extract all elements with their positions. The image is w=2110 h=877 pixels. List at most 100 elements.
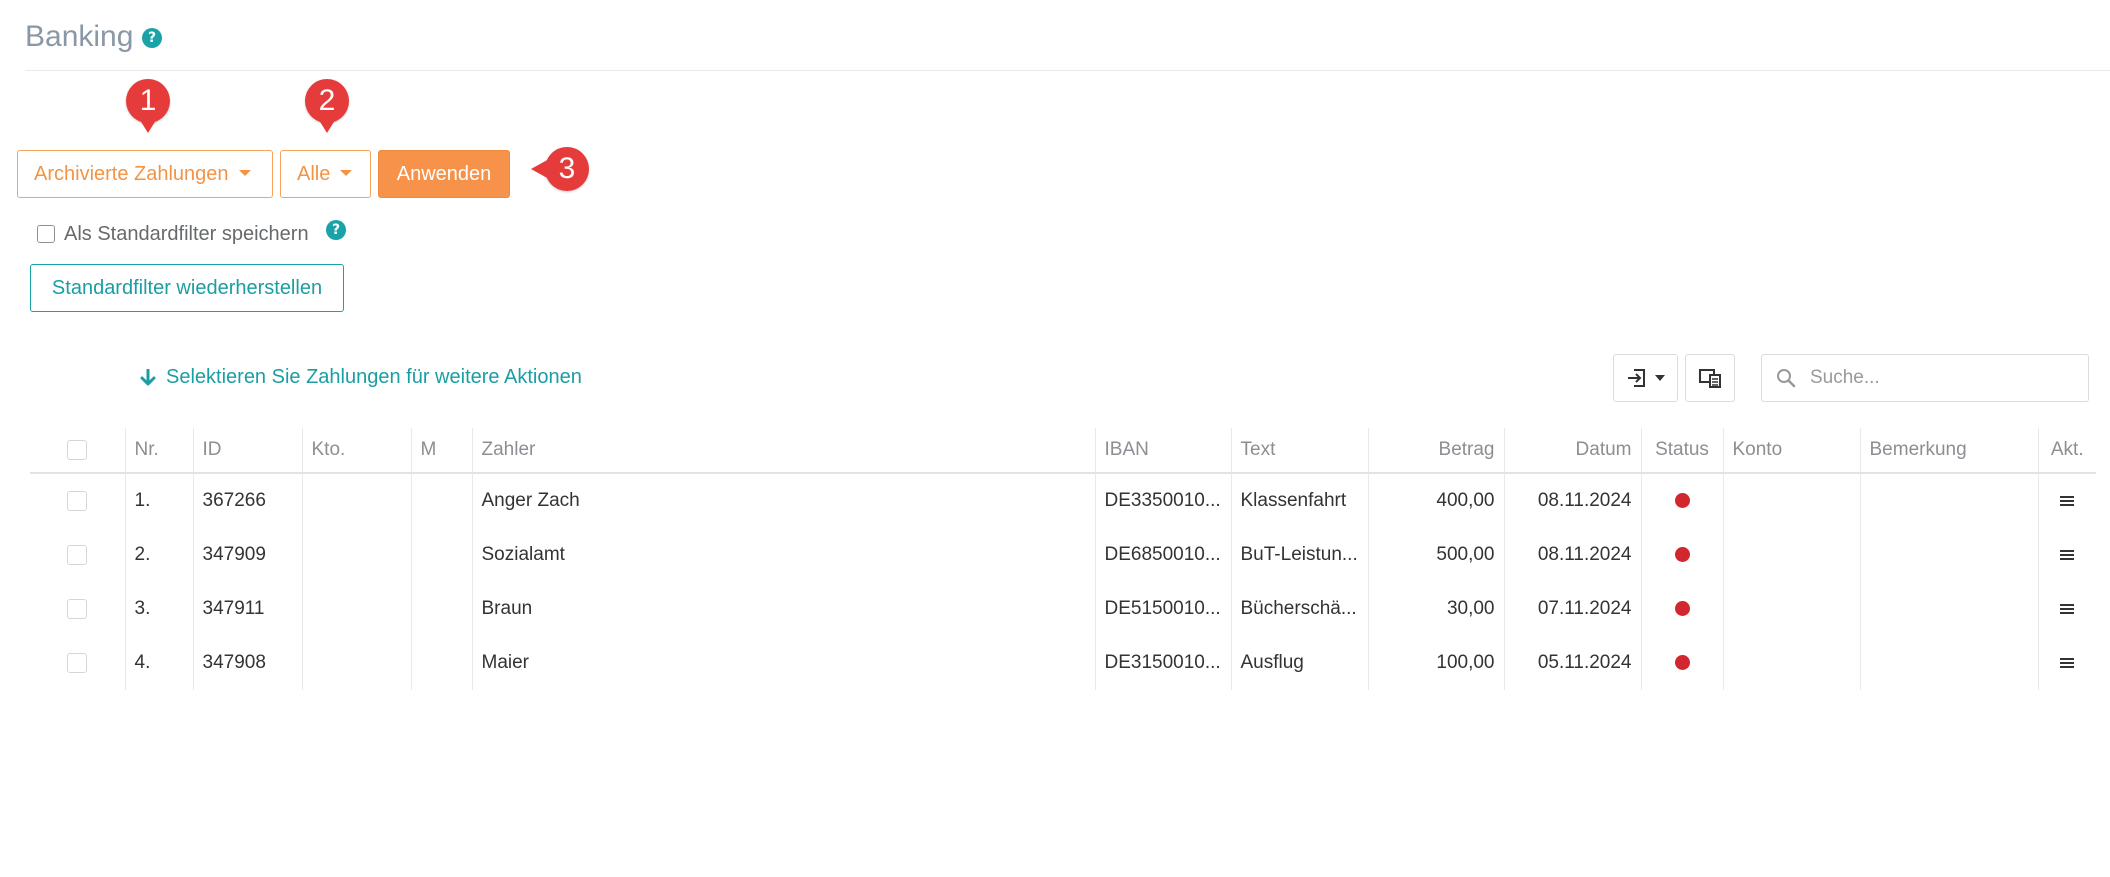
cell-nr: 2. [124, 528, 193, 582]
table-row[interactable]: 3. 347911 Braun DE5150010... Bücherschä.… [30, 582, 2096, 636]
row-checkbox[interactable] [67, 490, 88, 511]
cell-status [1640, 528, 1723, 582]
apply-button[interactable]: Anwenden [378, 150, 510, 198]
cell-iban: DE3150010... [1094, 636, 1231, 690]
selection-hint[interactable]: Selektieren Sie Zahlungen für weitere Ak… [140, 366, 582, 389]
select-all-checkbox[interactable] [67, 439, 88, 460]
column-header-datum[interactable]: Datum [1503, 428, 1641, 474]
cell-status [1640, 582, 1723, 636]
export-button[interactable] [1613, 354, 1678, 402]
cell-bemerkung [1859, 473, 2038, 528]
cell-kto [301, 473, 411, 528]
cell-betrag: 400,00 [1367, 473, 1504, 528]
cell-status [1640, 473, 1723, 528]
column-header-iban[interactable]: IBAN [1094, 428, 1231, 474]
cell-text: Bücherschä... [1230, 582, 1368, 636]
cell-konto [1722, 636, 1860, 690]
column-header-kto[interactable]: Kto. [301, 428, 411, 474]
caret-down-icon [340, 169, 353, 176]
annotation-marker-3: 3 [531, 147, 589, 191]
table-row[interactable]: 1. 367266 Anger Zach DE3350010... Klasse… [30, 473, 2096, 528]
cell-konto [1722, 528, 1860, 582]
column-header-zahler[interactable]: Zahler [471, 428, 1095, 474]
menu-icon[interactable] [2060, 656, 2075, 670]
cell-datum: 07.11.2024 [1503, 582, 1641, 636]
status-dot-icon [1674, 601, 1690, 617]
status-dot-icon [1674, 493, 1690, 509]
selection-hint-label: Selektieren Sie Zahlungen für weitere Ak… [166, 366, 582, 388]
save-default-row: Als Standardfilter speichern [37, 222, 309, 246]
save-default-label[interactable]: Als Standardfilter speichern [64, 223, 309, 246]
cell-bemerkung [1859, 636, 2038, 690]
export-icon [1627, 369, 1645, 387]
cell-nr: 4. [124, 636, 193, 690]
cell-m [410, 473, 472, 528]
cell-actions [2037, 528, 2096, 582]
search-input[interactable] [1808, 366, 2072, 390]
row-select-cell [30, 473, 125, 528]
help-icon[interactable]: ? [142, 28, 162, 48]
column-header-text[interactable]: Text [1230, 428, 1368, 474]
column-header-akt: Akt. [2037, 428, 2096, 474]
cell-bemerkung [1859, 582, 2038, 636]
save-default-checkbox[interactable] [37, 225, 55, 243]
cell-m [410, 528, 472, 582]
cell-datum: 08.11.2024 [1503, 473, 1641, 528]
caret-down-icon [1654, 375, 1665, 381]
cell-iban: DE6850010... [1094, 528, 1231, 582]
column-header-status[interactable]: Status [1640, 428, 1723, 474]
menu-icon[interactable] [2060, 602, 2075, 616]
cell-text: Klassenfahrt [1230, 473, 1368, 528]
select-all-cell [30, 428, 125, 474]
cell-konto [1722, 582, 1860, 636]
cell-id: 347908 [192, 636, 302, 690]
row-checkbox[interactable] [67, 598, 88, 619]
table-row[interactable]: 4. 347908 Maier DE3150010... Ausflug 100… [30, 636, 2096, 690]
arrow-down-icon [140, 368, 156, 385]
cell-bemerkung [1859, 528, 2038, 582]
status-filter-label: Alle [297, 163, 331, 185]
row-select-cell [30, 636, 125, 690]
row-checkbox[interactable] [67, 544, 88, 565]
help-icon[interactable]: ? [326, 220, 346, 240]
cell-m [410, 636, 472, 690]
column-header-m[interactable]: M [410, 428, 472, 474]
cell-nr: 1. [124, 473, 193, 528]
cell-text: Ausflug [1230, 636, 1368, 690]
row-select-cell [30, 528, 125, 582]
column-header-konto[interactable]: Konto [1722, 428, 1860, 474]
column-header-nr[interactable]: Nr. [124, 428, 193, 474]
cell-kto [301, 636, 411, 690]
page-title: Banking [25, 20, 134, 53]
cell-actions [2037, 636, 2096, 690]
status-dot-icon [1674, 655, 1690, 671]
row-checkbox[interactable] [67, 652, 88, 673]
table-row[interactable]: 2. 347909 Sozialamt DE6850010... BuT-Lei… [30, 528, 2096, 582]
payments-table: Nr. ID Kto. M Zahler IBAN Text Betrag Da… [30, 428, 2096, 690]
menu-icon[interactable] [2060, 494, 2075, 508]
cell-id: 367266 [192, 473, 302, 528]
menu-icon[interactable] [2060, 548, 2075, 562]
annotation-marker-1: 1 [126, 79, 170, 133]
cell-datum: 08.11.2024 [1503, 528, 1641, 582]
row-select-cell [30, 582, 125, 636]
cell-zahler: Maier [471, 636, 1095, 690]
column-header-bemerkung[interactable]: Bemerkung [1859, 428, 2038, 474]
cell-iban: DE5150010... [1094, 582, 1231, 636]
column-settings-button[interactable] [1685, 354, 1735, 402]
cell-iban: DE3350010... [1094, 473, 1231, 528]
cell-konto [1722, 473, 1860, 528]
page-header: Banking ? [25, 18, 2110, 71]
status-filter-dropdown[interactable]: Alle [280, 150, 371, 198]
cell-kto [301, 582, 411, 636]
search-field[interactable] [1761, 354, 2089, 402]
archive-filter-dropdown[interactable]: Archivierte Zahlungen [17, 150, 273, 198]
annotation-marker-2: 2 [305, 79, 349, 133]
column-header-betrag[interactable]: Betrag [1367, 428, 1504, 474]
columns-icon [1699, 369, 1721, 388]
restore-default-filter-button[interactable]: Standardfilter wiederherstellen [30, 264, 344, 312]
column-header-id[interactable]: ID [192, 428, 302, 474]
search-icon [1777, 369, 1796, 388]
cell-zahler: Sozialamt [471, 528, 1095, 582]
cell-nr: 3. [124, 582, 193, 636]
